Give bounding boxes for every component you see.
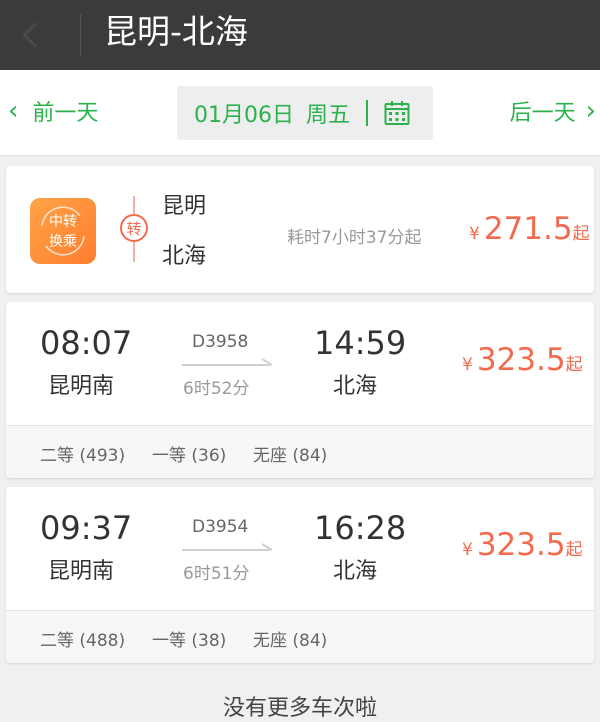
travel-duration: 6时51分 xyxy=(183,564,250,584)
prev-day-button[interactable]: ‹ 前一天 xyxy=(8,96,98,126)
price-amount: 323.5 xyxy=(476,342,566,378)
price-suffix: 起 xyxy=(572,224,590,244)
price-suffix: 起 xyxy=(565,355,583,375)
date-separator xyxy=(366,100,369,126)
departure-station: 昆明南 xyxy=(48,374,115,399)
train-price: ¥323.5起 xyxy=(462,342,583,378)
seat-second-class: 二等 (488) xyxy=(40,631,126,651)
seat-second-class: 二等 (493) xyxy=(40,446,126,466)
departure-time: 09:37 xyxy=(40,509,133,547)
chevron-left-icon: ‹ xyxy=(8,96,19,126)
next-day-label: 后一天 xyxy=(509,101,576,126)
arrival-time: 16:28 xyxy=(314,509,407,547)
travel-duration: 6时52分 xyxy=(183,379,250,399)
date-selector[interactable]: 01月06日 周五 xyxy=(177,86,433,140)
date-text: 01月06日 xyxy=(194,103,294,128)
arrow-right-icon xyxy=(182,543,273,551)
seat-standing: 无座 (84) xyxy=(253,631,328,651)
prev-day-label: 前一天 xyxy=(32,101,99,126)
seat-first-class: 一等 (38) xyxy=(152,631,227,651)
page-title: 昆明-北海 xyxy=(104,12,248,51)
seat-availability: 二等 (488) 一等 (38) 无座 (84) xyxy=(6,610,594,663)
transfer-from-station: 昆明 xyxy=(162,194,207,219)
calendar-icon xyxy=(384,101,410,125)
transfer-mark: 转 xyxy=(120,214,148,242)
transfer-price: ¥271.5起 xyxy=(469,211,590,247)
train-card[interactable]: 08:07 昆明南 D3958 6时52分 14:59 北海 ¥323.5起 二… xyxy=(6,302,594,478)
no-more-trains-text: 没有更多车次啦 xyxy=(222,696,377,721)
price-amount: 323.5 xyxy=(476,527,566,563)
chevron-right-icon: › xyxy=(585,96,596,126)
next-day-button[interactable]: 后一天 › xyxy=(510,96,596,126)
train-card[interactable]: 09:37 昆明南 D3954 6时51分 16:28 北海 ¥323.5起 二… xyxy=(6,487,594,663)
currency-symbol: ¥ xyxy=(469,224,480,244)
departure-time: 08:07 xyxy=(40,324,133,362)
arrival-station: 北海 xyxy=(333,559,378,584)
back-button[interactable] xyxy=(0,0,80,70)
price-suffix: 起 xyxy=(565,540,583,560)
currency-symbol: ¥ xyxy=(462,355,473,375)
arrival-time: 14:59 xyxy=(314,324,407,362)
departure-station: 昆明南 xyxy=(48,559,115,584)
arrival-station: 北海 xyxy=(333,374,378,399)
badge-line2: 换乘 xyxy=(49,234,77,250)
seat-availability: 二等 (493) 一等 (36) 无座 (84) xyxy=(6,425,594,478)
transfer-to-station: 北海 xyxy=(162,244,207,269)
date-bar: ‹ 前一天 01月06日 周五 后一天 › xyxy=(0,70,600,156)
transfer-duration: 耗时7小时37分起 xyxy=(287,228,422,248)
badge-line1: 中转 xyxy=(49,214,77,230)
transfer-badge-icon: 中转 换乘 xyxy=(30,198,96,264)
title-bar: 昆明-北海 xyxy=(0,0,600,70)
transfer-card[interactable]: 中转 换乘 转 昆明 北海 耗时7小时37分起 ¥271.5起 xyxy=(6,166,594,293)
train-number: D3958 xyxy=(192,332,249,352)
train-number: D3954 xyxy=(192,517,249,537)
train-price: ¥323.5起 xyxy=(462,527,583,563)
price-amount: 271.5 xyxy=(483,211,573,247)
weekday-text: 周五 xyxy=(306,103,351,128)
seat-standing: 无座 (84) xyxy=(253,446,328,466)
arrow-right-icon xyxy=(182,358,273,366)
back-arrow-icon xyxy=(22,22,48,48)
seat-first-class: 一等 (36) xyxy=(152,446,227,466)
currency-symbol: ¥ xyxy=(462,540,473,560)
title-divider xyxy=(80,14,81,56)
